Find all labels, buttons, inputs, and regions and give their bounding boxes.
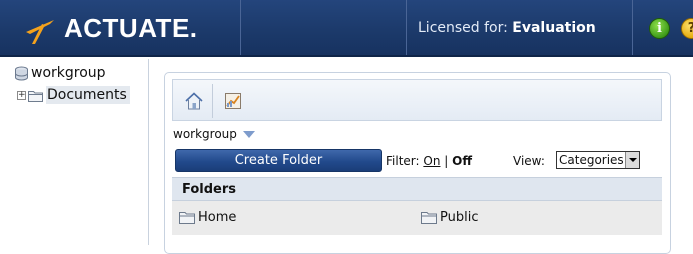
- toolbar: [172, 79, 662, 121]
- app-header: ACTUATE. Licensed for: Evaluation i ?: [0, 0, 693, 57]
- home-icon: [185, 92, 203, 110]
- help-icon[interactable]: ?: [681, 18, 693, 39]
- folder-item-public[interactable]: Public: [421, 210, 478, 225]
- view-selected-value: Categories: [559, 153, 624, 167]
- tree-item-workgroup[interactable]: workgroup: [14, 65, 106, 81]
- folder-item-home[interactable]: Home: [179, 210, 236, 225]
- folder-icon: [28, 90, 43, 102]
- folder-label: Home: [198, 210, 237, 225]
- license-label: Licensed for:: [418, 20, 508, 36]
- info-icon[interactable]: i: [649, 18, 670, 39]
- folders-header: Folders: [172, 177, 662, 201]
- create-folder-button[interactable]: Create Folder: [175, 149, 382, 172]
- header-divider: [632, 0, 633, 55]
- home-button[interactable]: [180, 87, 208, 115]
- database-icon: [15, 66, 28, 80]
- view-select[interactable]: Categories: [556, 151, 640, 169]
- folder-icon: [421, 212, 437, 224]
- chevron-down-icon[interactable]: [242, 131, 255, 138]
- tree-root-label: workgroup: [31, 65, 106, 81]
- toolbar-separator: [212, 84, 213, 118]
- view-label: View:: [513, 154, 545, 168]
- report-icon: [225, 93, 241, 109]
- folders-list: Home Public: [172, 201, 662, 235]
- filter-off-label: Off: [452, 154, 473, 168]
- license-text: Licensed for: Evaluation: [418, 20, 596, 36]
- license-value: Evaluation: [512, 20, 596, 36]
- breadcrumb[interactable]: workgroup: [173, 127, 255, 141]
- filter-control: Filter: On | Off: [386, 154, 472, 168]
- filter-label: Filter:: [386, 154, 420, 168]
- header-divider: [240, 0, 241, 55]
- tree-item-documents[interactable]: + Documents: [17, 86, 130, 104]
- header-divider: [406, 0, 407, 55]
- breadcrumb-label: workgroup: [173, 127, 237, 141]
- report-button[interactable]: [219, 87, 247, 115]
- folder-icon: [179, 212, 195, 224]
- logo-mark-icon: [26, 20, 54, 44]
- folder-tree: workgroup + Documents: [0, 59, 149, 245]
- filter-separator: |: [444, 154, 449, 168]
- tree-child-label: Documents: [46, 86, 130, 104]
- main-panel: workgroup Create Folder Filter: On | Off…: [164, 72, 671, 254]
- filter-on-link[interactable]: On: [423, 154, 440, 168]
- expand-icon[interactable]: +: [17, 90, 26, 100]
- actuate-logo: ACTUATE.: [20, 10, 198, 46]
- folder-label: Public: [440, 210, 479, 225]
- dropdown-arrow-icon[interactable]: [625, 152, 639, 168]
- brand-name: ACTUATE.: [64, 12, 198, 43]
